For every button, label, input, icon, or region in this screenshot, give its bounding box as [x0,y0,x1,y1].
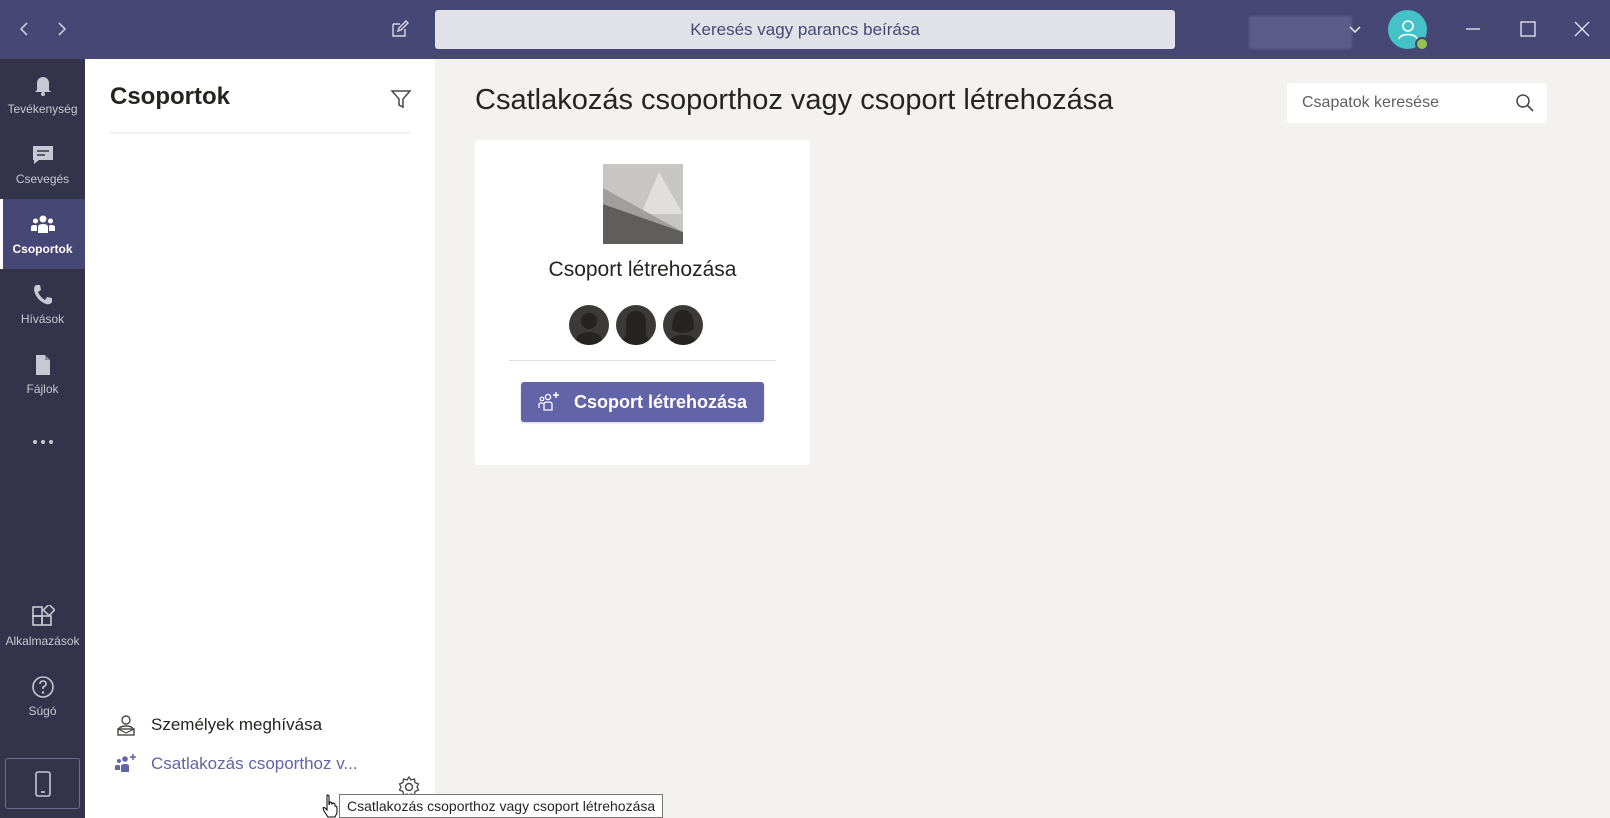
persona-avatar [663,305,703,345]
rail-item-files[interactable]: Fájlok [0,339,85,409]
rail-item-apps[interactable]: Alkalmazások [0,591,85,661]
person-silhouette-icon [622,311,650,345]
mobile-app-button[interactable] [5,758,80,809]
tooltip-text: Csatlakozás csoporthoz vagy csoport létr… [347,798,656,814]
person-silhouette-icon [669,310,697,345]
filter-button[interactable] [385,83,417,115]
persona-avatar [616,305,656,345]
minimize-icon [1466,28,1480,30]
join-or-create-team-label: Csatlakozás csoporthoz v... [151,754,358,773]
rail-item-activity[interactable]: Tevékenység [0,59,85,129]
mouse-pointer-icon [322,794,338,818]
person-icon [1397,19,1418,39]
title-bar: Keresés vagy parancs beírása [0,0,1610,59]
tooltip: Csatlakozás csoporthoz vagy csoport létr… [339,794,664,818]
team-placeholder-image [603,164,683,244]
team-add-icon [115,754,136,772]
panel-divider [110,132,410,134]
card-divider [509,360,776,361]
team-add-icon [538,392,559,411]
rail-item-label: Tevékenység [7,101,78,116]
maximize-icon [1520,21,1536,37]
org-switcher[interactable] [1249,16,1352,49]
invite-person-icon [117,715,135,736]
close-button[interactable] [1565,12,1599,46]
search-icon [1516,94,1534,112]
create-team-button[interactable]: Csoport létrehozása [521,382,764,422]
minimize-button[interactable] [1456,12,1490,46]
mobile-phone-icon [34,770,51,797]
teams-icon [30,215,55,233]
invite-people-link[interactable]: Személyek meghívása [115,714,322,736]
app-bar: Tevékenység Csevegés Csoportok Hívások F… [0,59,85,818]
file-icon [35,354,50,375]
chevron-down-icon [1349,26,1361,34]
rail-item-label: Csevegés [15,171,70,186]
join-or-create-team-link[interactable]: Csatlakozás csoporthoz v... [115,753,358,775]
rail-item-more[interactable] [0,409,85,479]
rail-item-label: Fájlok [26,381,59,396]
page-title: Csatlakozás csoporthoz vagy csoport létr… [475,84,1114,116]
rail-item-label: Csoportok [12,241,73,256]
avatar[interactable] [1388,10,1429,51]
rail-item-teams[interactable]: Csoportok [0,199,85,269]
new-chat-button[interactable] [383,12,417,46]
forward-button[interactable] [44,12,78,46]
rail-item-help[interactable]: Súgó [0,661,85,731]
rail-item-label: Alkalmazások [5,633,80,648]
create-team-card: Csoport létrehozása Csoport létrehozása [475,140,810,465]
create-team-button-label: Csoport létrehozása [573,391,748,412]
help-icon [31,675,54,698]
more-icon [32,439,53,444]
phone-icon [33,284,52,304]
command-search-bar[interactable]: Keresés vagy parancs beírása [435,10,1175,49]
teams-panel: Csoportok Személyek meghívása Csatlakozá… [85,59,435,818]
invite-people-label: Személyek meghívása [151,715,323,734]
maximize-button[interactable] [1511,12,1545,46]
rail-item-label: Hívások [20,311,65,326]
bell-icon [34,76,51,96]
filter-icon [390,90,412,109]
command-search-placeholder: Keresés vagy parancs beírása [690,19,920,39]
panel-title: Csoportok [110,83,230,110]
presence-badge [1415,37,1429,51]
rail-item-calls[interactable]: Hívások [0,269,85,339]
person-silhouette-icon [575,313,603,345]
team-search-input[interactable]: Csapatok keresése [1287,83,1547,123]
card-title: Csoport létrehozása [548,258,737,281]
back-button[interactable] [8,12,42,46]
close-icon [1574,21,1590,37]
persona-avatar [569,305,609,345]
compose-icon [392,20,409,37]
rail-item-chat[interactable]: Csevegés [0,129,85,199]
chevron-left-icon [19,22,28,36]
rail-item-label: Súgó [28,703,57,718]
org-dropdown-button[interactable] [1343,12,1367,46]
chevron-right-icon [58,22,67,36]
apps-icon [31,604,55,626]
team-search-placeholder: Csapatok keresése [1302,94,1439,111]
chat-icon [32,145,53,164]
